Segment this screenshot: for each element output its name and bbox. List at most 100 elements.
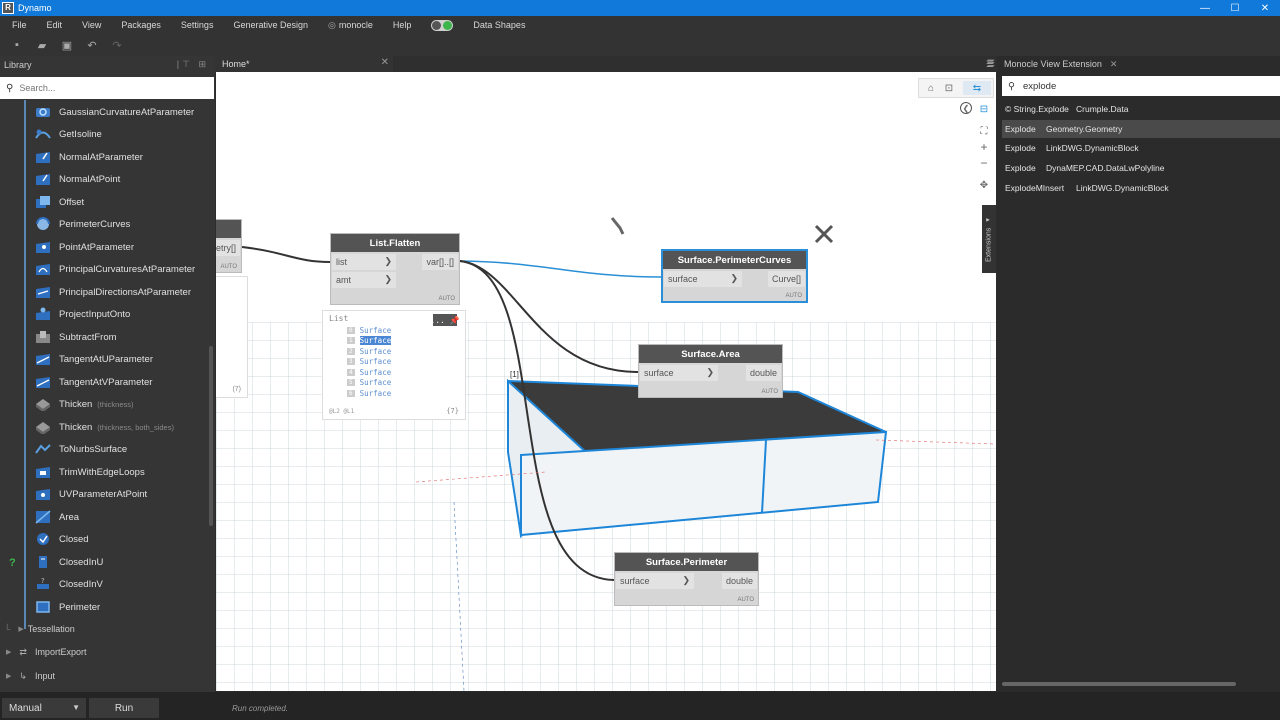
node-output-port[interactable]: var[]..[] bbox=[422, 254, 458, 270]
search-result[interactable]: Explode LinkDWG.DynamicBlock bbox=[1002, 139, 1280, 157]
library-item[interactable]: GetIsoline bbox=[34, 124, 102, 144]
help-icon[interactable]: ? bbox=[9, 557, 16, 569]
fit-view-icon[interactable]: ⛶ bbox=[976, 124, 992, 138]
library-item[interactable]: ToNurbsSurface bbox=[34, 439, 127, 459]
workspace-canvas[interactable]: [1] etry[] AUTO (7) List.Flatten list ❯ … bbox=[216, 72, 996, 691]
menu-help[interactable]: Help bbox=[383, 20, 422, 30]
library-item[interactable]: UVParameterAtPoint bbox=[34, 484, 147, 504]
library-item[interactable]: Perimeter bbox=[34, 597, 100, 617]
preview-row[interactable]: 6 Surface bbox=[347, 388, 391, 398]
node-input-port-amt[interactable]: amt ❯ bbox=[332, 272, 396, 288]
library-item[interactable]: ClosedInU bbox=[34, 552, 103, 572]
new-file-icon[interactable]: ▪ bbox=[10, 38, 24, 52]
menu-data-shapes[interactable]: Data Shapes bbox=[463, 20, 535, 30]
preview-row-selected[interactable]: 1 Surface bbox=[347, 335, 392, 345]
library-item[interactable]: ? ClosedInV bbox=[34, 574, 103, 594]
library-item[interactable]: Thicken (thickness, both_sides) bbox=[34, 417, 174, 437]
node-input-port-list[interactable]: list ❯ bbox=[332, 254, 396, 270]
library-controls[interactable]: |⊤ ⊞ bbox=[177, 59, 209, 70]
library-item[interactable]: TangentAtVParameter bbox=[34, 372, 152, 392]
node-output-port[interactable]: etry[] bbox=[216, 240, 240, 256]
zoom-in-icon[interactable]: + bbox=[976, 140, 992, 154]
node-output-port[interactable]: double bbox=[721, 573, 757, 589]
library-item[interactable]: Area bbox=[34, 507, 79, 527]
run-mode-select[interactable]: Manual ▼ bbox=[2, 698, 86, 718]
library-scrollbar[interactable] bbox=[209, 346, 213, 526]
menu-edit[interactable]: Edit bbox=[37, 20, 73, 30]
save-icon[interactable]: ▣ bbox=[60, 38, 74, 52]
node-input-port-surface[interactable]: surface ❯ bbox=[664, 271, 742, 287]
library-item[interactable]: ProjectInputOnto bbox=[34, 304, 130, 324]
open-file-icon[interactable]: ▰ bbox=[35, 38, 49, 52]
menu-toggle[interactable] bbox=[421, 19, 463, 31]
preview-row[interactable]: 3 Surface bbox=[347, 356, 391, 366]
close-tab-icon[interactable]: ✕ bbox=[381, 57, 389, 68]
preview-row[interactable]: 0 Surface bbox=[347, 325, 391, 335]
node-output-port[interactable]: double bbox=[745, 365, 781, 381]
library-search-input[interactable] bbox=[19, 83, 200, 93]
maximize-icon[interactable]: ☐ bbox=[1220, 0, 1250, 16]
node-input-port-surface[interactable]: surface ❯ bbox=[640, 365, 718, 381]
graph-view-icon[interactable]: ⊡ bbox=[941, 81, 957, 95]
library-search[interactable]: ⚲ bbox=[0, 77, 214, 99]
menu-file[interactable]: File bbox=[0, 20, 37, 30]
library-item[interactable]: PrincipalDirectionsAtParameter bbox=[34, 282, 191, 302]
node-list-flatten[interactable]: List.Flatten list ❯ amt ❯ var[]..[] AUTO bbox=[330, 233, 460, 305]
eyedropper-icon[interactable] bbox=[610, 217, 625, 235]
node-output-port[interactable]: Curve[] bbox=[767, 271, 805, 287]
menu-generative-design[interactable]: Generative Design bbox=[223, 20, 318, 30]
run-button[interactable]: Run bbox=[89, 698, 159, 718]
library-item[interactable]: NormalAtPoint bbox=[34, 169, 120, 189]
monocle-search[interactable]: ⚲ explode bbox=[1002, 76, 1280, 96]
search-result[interactable]: Explode DynaMEP.CAD.DataLwPolyline bbox=[1002, 159, 1280, 177]
menu-settings[interactable]: Settings bbox=[171, 20, 224, 30]
preview-row[interactable]: 4 Surface bbox=[347, 367, 391, 377]
monocle-scrollbar[interactable] bbox=[1002, 682, 1236, 686]
monocle-search-input[interactable]: explode bbox=[1023, 81, 1056, 92]
library-item[interactable]: GaussianCurvatureAtParameter bbox=[34, 102, 194, 122]
minimize-icon[interactable]: — bbox=[1190, 0, 1220, 16]
library-item[interactable]: PerimeterCurves bbox=[34, 214, 130, 234]
library-item[interactable]: PrincipalCurvaturesAtParameter bbox=[34, 259, 195, 279]
node-view-icon[interactable]: ⇆ bbox=[963, 81, 991, 95]
pan-icon[interactable]: ✥ bbox=[976, 178, 992, 192]
preview-row[interactable]: 5 Surface bbox=[347, 377, 391, 387]
tab-home[interactable]: Home* ✕ bbox=[215, 56, 393, 72]
library-item[interactable]: PointAtParameter bbox=[34, 237, 134, 257]
zoom-out-icon[interactable]: − bbox=[976, 156, 992, 170]
back-icon[interactable]: ❮ bbox=[960, 102, 972, 114]
redo-icon[interactable]: ↷ bbox=[110, 38, 124, 52]
undo-icon[interactable]: ↶ bbox=[85, 38, 99, 52]
node-surface-perimeter[interactable]: Surface.Perimeter surface ❯ double AUTO bbox=[614, 552, 759, 606]
menu-view[interactable]: View bbox=[72, 20, 111, 30]
library-item[interactable]: NormalAtParameter bbox=[34, 147, 143, 167]
close-panel-icon[interactable]: ✕ bbox=[1110, 59, 1118, 70]
library-item[interactable]: TrimWithEdgeLoops bbox=[34, 462, 145, 482]
menu-packages[interactable]: Packages bbox=[111, 20, 171, 30]
library-item[interactable]: SubtractFrom bbox=[34, 327, 117, 347]
tools-icon[interactable] bbox=[814, 224, 834, 244]
preview-menu-button[interactable]: ... 📌 bbox=[430, 314, 460, 326]
list-preview[interactable]: List ... 📌 0 Surface 1 Surface 2 Surface 3S… bbox=[322, 310, 466, 420]
node-surface-perimeter-curves[interactable]: Surface.PerimeterCurves surface ❯ Curve[… bbox=[662, 250, 807, 302]
node-surface-area[interactable]: Surface.Area surface ❯ double AUTO bbox=[638, 344, 783, 398]
library-category[interactable]: ▶ ⇄ ImportExport bbox=[6, 642, 86, 662]
search-result-highlighted[interactable]: Explode Geometry.Geometry bbox=[1002, 120, 1280, 138]
library-item[interactable]: Thicken (thickness) bbox=[34, 394, 134, 414]
menu-monocle[interactable]: ◎ monocle bbox=[318, 20, 383, 31]
geometry-view-icon[interactable]: ⌂ bbox=[923, 81, 939, 95]
zoom-extents-toggle-icon[interactable]: ⊟ bbox=[976, 102, 992, 116]
search-result[interactable]: © String.Explode Crumple.Data bbox=[1002, 100, 1280, 118]
panel-menu-icon[interactable]: ☰ bbox=[986, 59, 998, 70]
library-item[interactable]: Offset bbox=[34, 192, 84, 212]
library-category[interactable]: ▶ ↳ Input bbox=[6, 666, 55, 686]
close-window-icon[interactable]: ✕ bbox=[1250, 0, 1280, 16]
library-item[interactable]: Closed bbox=[34, 529, 89, 549]
node-input-port-surface[interactable]: surface ❯ bbox=[616, 573, 694, 589]
library-category[interactable]: └ ▶ Tessellation bbox=[4, 619, 75, 639]
node-partial[interactable]: etry[] AUTO bbox=[216, 219, 242, 273]
preview-row[interactable]: 2 Surface bbox=[347, 346, 391, 356]
search-result[interactable]: ExplodeMInsert LinkDWG.DynamicBlock bbox=[1002, 179, 1280, 197]
extensions-tab[interactable]: Extensions ◂ bbox=[982, 205, 996, 273]
library-item[interactable]: TangentAtUParameter bbox=[34, 349, 153, 369]
